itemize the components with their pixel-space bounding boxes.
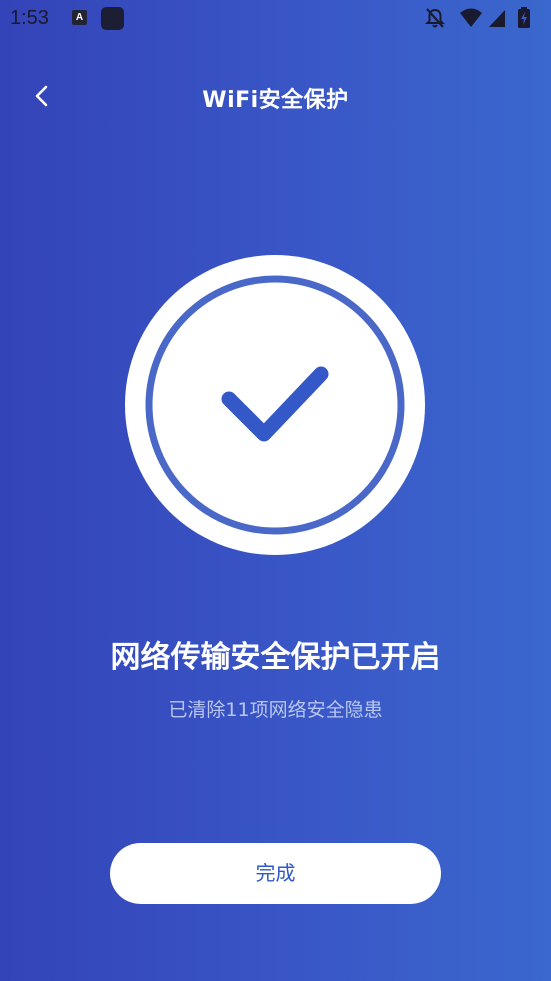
status-bar: 1:53 A (0, 0, 551, 38)
success-badge (125, 255, 425, 555)
text-app-icon: A (72, 10, 87, 25)
result-title: 网络传输安全保护已开启 (110, 640, 441, 675)
battery-icon (518, 7, 530, 28)
done-button[interactable]: 完成 (110, 843, 441, 904)
badge-outer-circle (125, 255, 425, 555)
wifi-icon (460, 8, 482, 27)
status-icons (423, 7, 543, 29)
page-title: WiFi安全保护 (202, 88, 349, 113)
app-square-icon (101, 7, 124, 30)
notifications-off-icon (425, 8, 445, 28)
signal-icon (489, 10, 505, 27)
result-subtitle: 已清除11项网络安全隐患 (168, 699, 383, 721)
status-time: 1:53 (10, 7, 49, 29)
